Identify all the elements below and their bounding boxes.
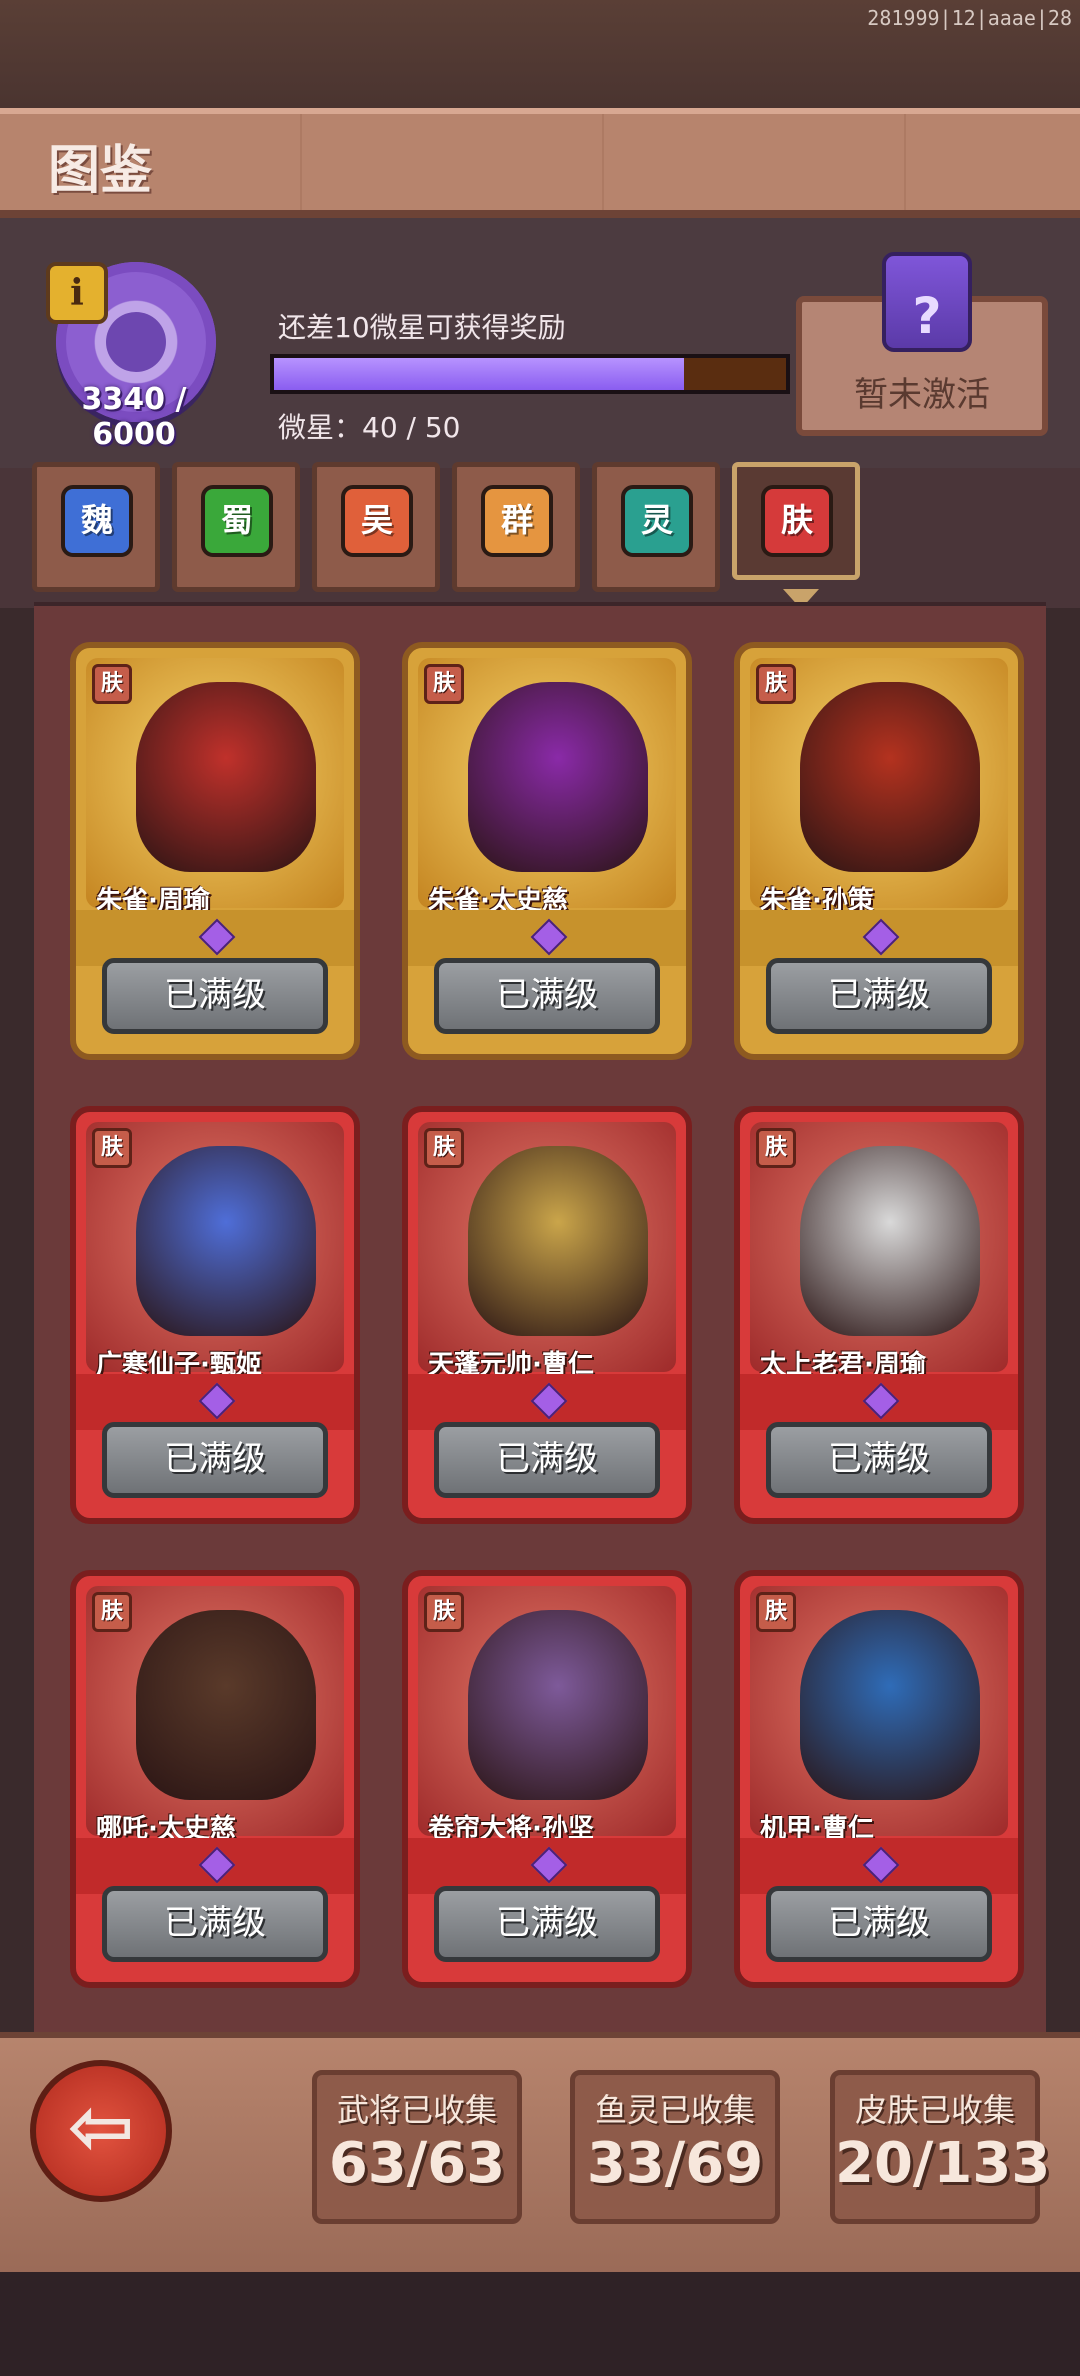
reward-hint: 还差10微星可获得奖励 bbox=[278, 311, 566, 344]
tab-3[interactable]: 群 bbox=[452, 462, 580, 592]
page-title: 图鉴 bbox=[48, 141, 153, 201]
character-portrait bbox=[800, 1146, 980, 1336]
skin-card[interactable]: 肤机甲·曹仁已满级 bbox=[734, 1570, 1024, 1988]
tab-chip: 吴 bbox=[341, 485, 413, 557]
max-level-button[interactable]: 已满级 bbox=[766, 1422, 992, 1498]
tab-chip: 肤 bbox=[761, 485, 833, 557]
tab-chip: 群 bbox=[481, 485, 553, 557]
character-portrait bbox=[800, 682, 980, 872]
skin-grid: 肤朱雀·周瑜 已满级肤朱雀·太史慈 已满级肤朱雀·孙策 已满级肤广寒仙子·甄姬 已满级肤… bbox=[34, 602, 1046, 2034]
tab-chip: 魏 bbox=[61, 485, 133, 557]
collection-stat[interactable]: 鱼灵已收集 33/69 bbox=[570, 2070, 780, 2224]
title-plank: 图鉴 bbox=[0, 108, 1080, 218]
collection-stat[interactable]: 皮肤已收集 20/133 bbox=[830, 2070, 1051, 2224]
inactive-label: 暂未激活 bbox=[854, 375, 990, 415]
skin-card[interactable]: 肤朱雀·太史慈已满级 bbox=[402, 642, 692, 1060]
card-art: 肤机甲·曹仁 bbox=[750, 1586, 1008, 1844]
character-portrait bbox=[468, 1610, 648, 1800]
tab-1[interactable]: 蜀 bbox=[172, 462, 300, 592]
stat-label: 皮肤已收集 bbox=[854, 2091, 1015, 2129]
debug-text: 281999|12|aaae|28 bbox=[867, 6, 1072, 30]
skin-card[interactable]: 肤朱雀·周瑜已满级 bbox=[70, 642, 360, 1060]
skin-tag: 肤 bbox=[92, 664, 132, 704]
character-portrait bbox=[136, 1610, 316, 1800]
character-portrait bbox=[136, 1146, 316, 1336]
skin-tag: 肤 bbox=[756, 1592, 796, 1632]
max-level-button[interactable]: 已满级 bbox=[102, 958, 328, 1034]
skin-tag: 肤 bbox=[756, 1128, 796, 1168]
max-level-button[interactable]: 已满级 bbox=[766, 1886, 992, 1962]
skin-card[interactable]: 肤卷帘大将·孙坚已满级 bbox=[402, 1570, 692, 1988]
stat-label: 武将已收集 bbox=[336, 2091, 497, 2129]
tab-0[interactable]: 魏 bbox=[32, 462, 160, 592]
max-level-button[interactable]: 已满级 bbox=[102, 1886, 328, 1962]
max-level-button[interactable]: 已满级 bbox=[434, 1422, 660, 1498]
skin-card[interactable]: 肤朱雀·孙策已满级 bbox=[734, 642, 1024, 1060]
star-progress-fill bbox=[274, 358, 684, 390]
stat-value: 63/63 bbox=[328, 2131, 506, 2196]
card-art: 肤卷帘大将·孙坚 bbox=[418, 1586, 676, 1844]
skin-card[interactable]: 肤天蓬元帅·曹仁已满级 bbox=[402, 1106, 692, 1524]
card-art: 肤太上老君·周瑜 bbox=[750, 1122, 1008, 1380]
info-icon[interactable]: i bbox=[46, 262, 108, 324]
character-portrait bbox=[800, 1610, 980, 1800]
tab-chip: 蜀 bbox=[201, 485, 273, 557]
skin-tag: 肤 bbox=[92, 1592, 132, 1632]
card-art: 肤朱雀·周瑜 bbox=[86, 658, 344, 916]
tab-5[interactable]: 肤 bbox=[732, 462, 860, 609]
stat-label: 鱼灵已收集 bbox=[594, 2091, 755, 2129]
skin-tag: 肤 bbox=[92, 1128, 132, 1168]
character-portrait bbox=[468, 682, 648, 872]
mystery-box-icon: ? bbox=[882, 252, 972, 352]
stat-value: 33/69 bbox=[586, 2131, 764, 2196]
tab-4[interactable]: 灵 bbox=[592, 462, 720, 592]
collection-badge[interactable]: i 3340 / 6000 bbox=[36, 262, 232, 452]
bottom-strip bbox=[0, 2272, 1080, 2376]
collection-stat[interactable]: 武将已收集 63/63 bbox=[312, 2070, 522, 2224]
star-label: 微星：40 / 50 bbox=[278, 411, 461, 444]
tab-2[interactable]: 吴 bbox=[312, 462, 440, 592]
card-art: 肤天蓬元帅·曹仁 bbox=[418, 1122, 676, 1380]
max-level-button[interactable]: 已满级 bbox=[434, 958, 660, 1034]
max-level-button[interactable]: 已满级 bbox=[766, 958, 992, 1034]
card-art: 肤朱雀·太史慈 bbox=[418, 658, 676, 916]
skin-card[interactable]: 肤哪吒·太史慈已满级 bbox=[70, 1570, 360, 1988]
skin-tag: 肤 bbox=[424, 664, 464, 704]
max-level-button[interactable]: 已满级 bbox=[102, 1422, 328, 1498]
card-art: 肤哪吒·太史慈 bbox=[86, 1586, 344, 1844]
max-level-button[interactable]: 已满级 bbox=[434, 1886, 660, 1962]
stat-value: 20/133 bbox=[835, 2131, 1051, 2196]
skin-tag: 肤 bbox=[424, 1128, 464, 1168]
back-button[interactable]: ⇦ bbox=[30, 2060, 172, 2202]
skin-card[interactable]: 肤广寒仙子·甄姬已满级 bbox=[70, 1106, 360, 1524]
skin-card[interactable]: 肤太上老君·周瑜已满级 bbox=[734, 1106, 1024, 1524]
star-progress-bar bbox=[270, 354, 790, 394]
character-portrait bbox=[468, 1146, 648, 1336]
skin-tag: 肤 bbox=[756, 664, 796, 704]
collection-count: 3340 / 6000 bbox=[81, 382, 187, 452]
card-art: 肤朱雀·孙策 bbox=[750, 658, 1008, 916]
tab-chip: 灵 bbox=[621, 485, 693, 557]
card-art: 肤广寒仙子·甄姬 bbox=[86, 1122, 344, 1380]
skin-tag: 肤 bbox=[424, 1592, 464, 1632]
character-portrait bbox=[136, 682, 316, 872]
top-bar: 281999|12|aaae|28 bbox=[0, 0, 1080, 108]
reward-box[interactable]: ? 暂未激活 bbox=[796, 252, 1048, 436]
